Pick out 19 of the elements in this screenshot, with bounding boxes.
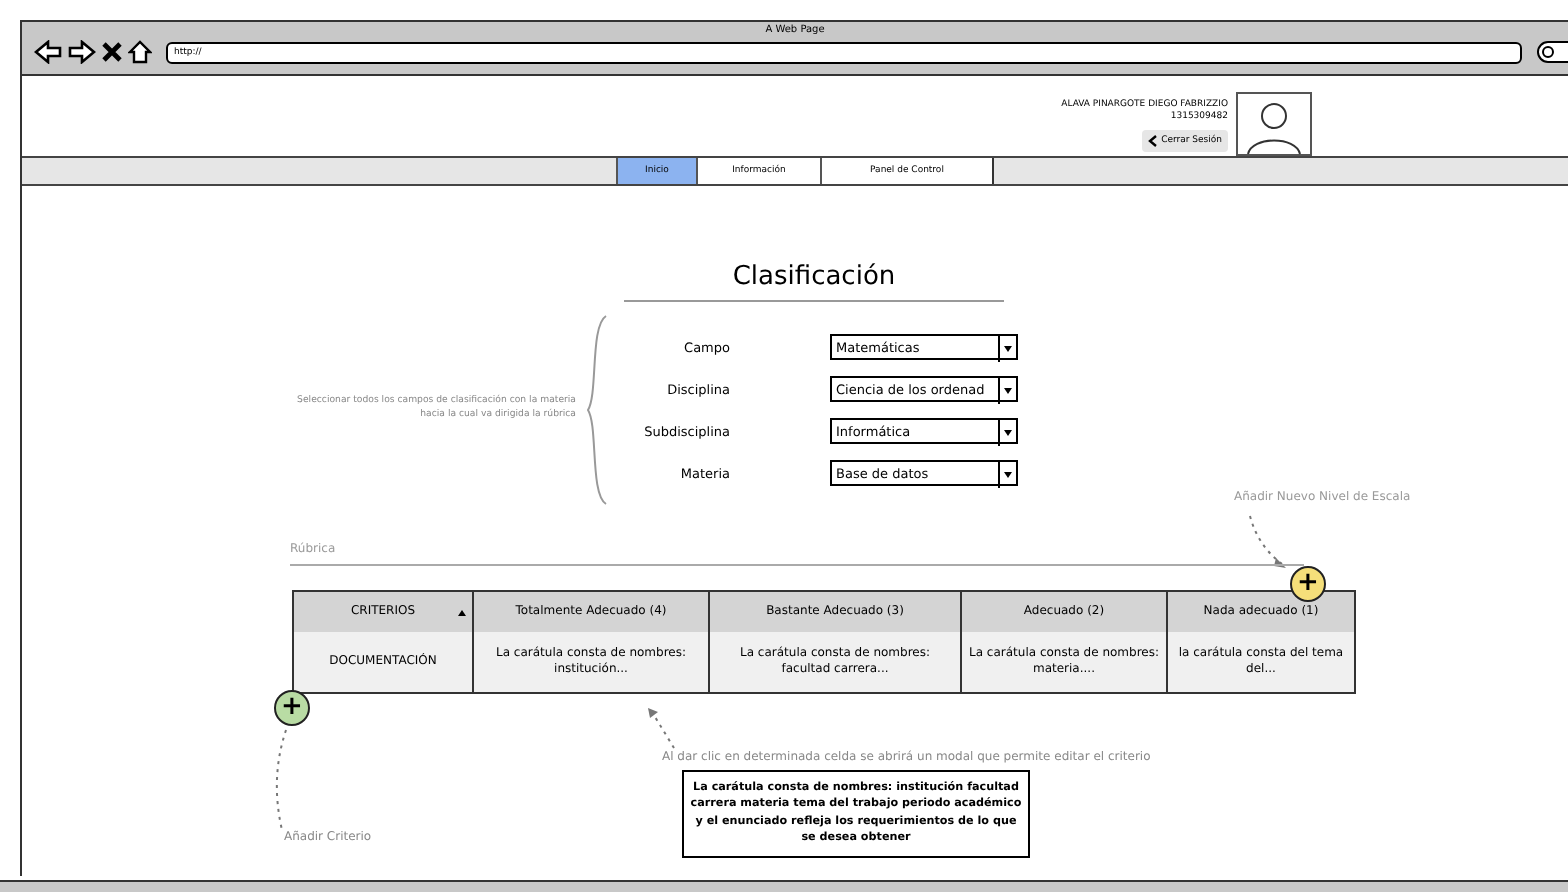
search-icon[interactable] bbox=[1536, 40, 1568, 64]
home-icon[interactable] bbox=[128, 40, 152, 64]
sort-icon bbox=[458, 610, 466, 616]
caret-icon bbox=[998, 459, 1016, 487]
caret-icon bbox=[998, 375, 1016, 403]
chevron-icon bbox=[1147, 134, 1158, 148]
caret-icon bbox=[998, 333, 1016, 361]
leader-line bbox=[1246, 514, 1290, 570]
caret-icon bbox=[998, 417, 1016, 445]
leader-line bbox=[270, 728, 290, 832]
add-criterion-button[interactable]: + bbox=[274, 690, 310, 726]
back-icon[interactable] bbox=[34, 40, 62, 64]
avatar-icon bbox=[1236, 92, 1312, 156]
section-title: Clasificación bbox=[624, 262, 1004, 302]
brace-icon bbox=[586, 314, 610, 506]
leader-line bbox=[646, 706, 678, 750]
forward-icon[interactable] bbox=[68, 40, 96, 64]
add-level-button[interactable]: + bbox=[1290, 566, 1326, 602]
close-icon[interactable] bbox=[102, 42, 122, 62]
